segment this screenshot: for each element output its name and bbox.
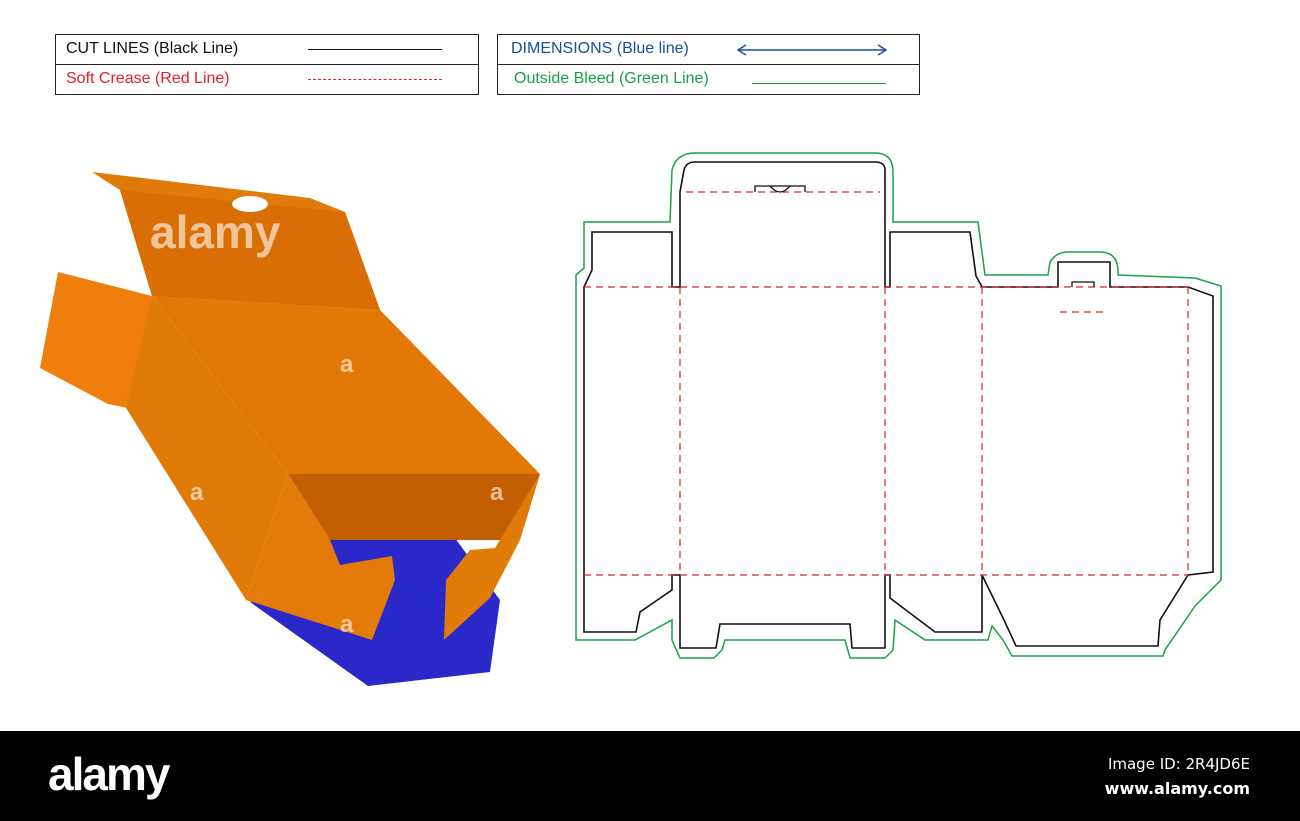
watermark-small: a	[490, 479, 504, 506]
lock-slot-cut	[1071, 281, 1095, 287]
box-3d-illustration: alamy a a a a	[40, 172, 540, 686]
dieline	[575, 152, 1222, 659]
image-id: Image ID: 2R4JD6E	[1107, 755, 1250, 773]
alamy-logo: alamy	[48, 748, 170, 800]
site-url: www.alamy.com	[1104, 779, 1250, 798]
footer-bar: alamy Image ID: 2R4JD6E www.alamy.com	[0, 731, 1300, 821]
artwork: alamy a a a a	[40, 152, 1222, 686]
watermark-logo: alamy	[150, 206, 281, 258]
crease-lines	[584, 191, 1189, 576]
watermark-small: a	[190, 479, 204, 506]
watermark-small: a	[340, 351, 354, 378]
watermark-small: a	[340, 611, 354, 638]
thumb-notch-cut	[754, 185, 806, 193]
